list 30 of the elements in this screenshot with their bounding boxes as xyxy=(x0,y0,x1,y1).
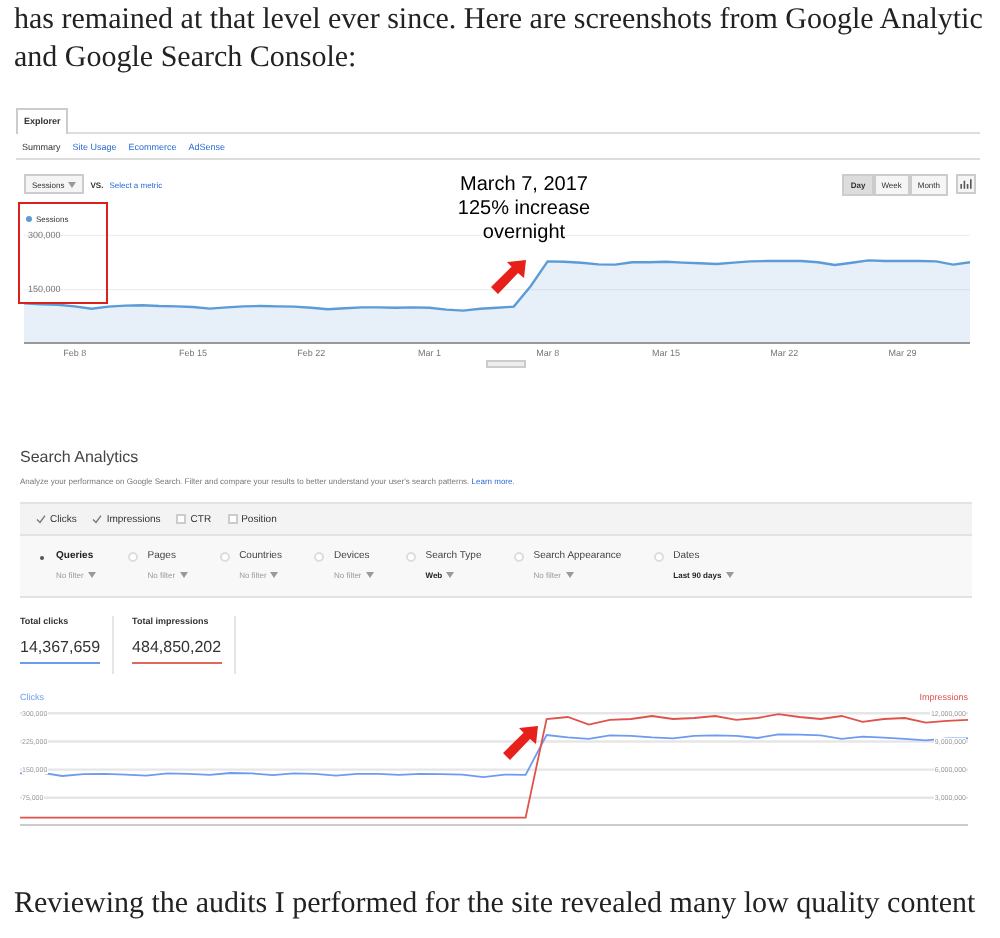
checkbox[interactable] xyxy=(92,514,103,524)
article-paragraph: Reviewing the audits I performed for the site revealed many low quality content xyxy=(14,886,978,922)
chart-type-icon[interactable] xyxy=(956,174,976,194)
article-paragraph: has remained at that level ever since. Here are screenshots from Google Analytic and Google Search Console: xyxy=(14,2,985,78)
caret-icon xyxy=(365,572,374,578)
caret-icon xyxy=(270,572,279,578)
section-title: Search Analytics xyxy=(20,448,141,468)
arrow-icon xyxy=(502,726,538,762)
radio-button[interactable] xyxy=(127,552,138,562)
radio-button[interactable] xyxy=(405,552,416,562)
checkbox[interactable] xyxy=(176,514,187,524)
arrow-icon xyxy=(490,260,526,296)
radio-button[interactable] xyxy=(653,552,664,562)
total-value: 14,367,659 xyxy=(20,638,101,664)
caret-icon xyxy=(446,572,455,578)
caret-icon xyxy=(565,572,574,578)
highlight-box xyxy=(18,202,108,304)
radio-button[interactable] xyxy=(219,552,230,562)
caret-icon xyxy=(179,572,188,578)
caret-icon xyxy=(87,572,96,578)
checkbox[interactable] xyxy=(227,514,238,524)
caret-icon xyxy=(68,181,77,187)
total-value: 484,850,202 xyxy=(132,638,222,664)
radio-button[interactable] xyxy=(313,552,324,562)
checkbox[interactable] xyxy=(36,514,46,524)
legend-dot-icon xyxy=(26,216,32,222)
radio-button[interactable] xyxy=(513,552,524,562)
caret-icon xyxy=(725,572,734,578)
annotation-text: March 7, 2017 125% increase overnight xyxy=(455,174,593,246)
resize-handle[interactable] xyxy=(486,360,526,368)
